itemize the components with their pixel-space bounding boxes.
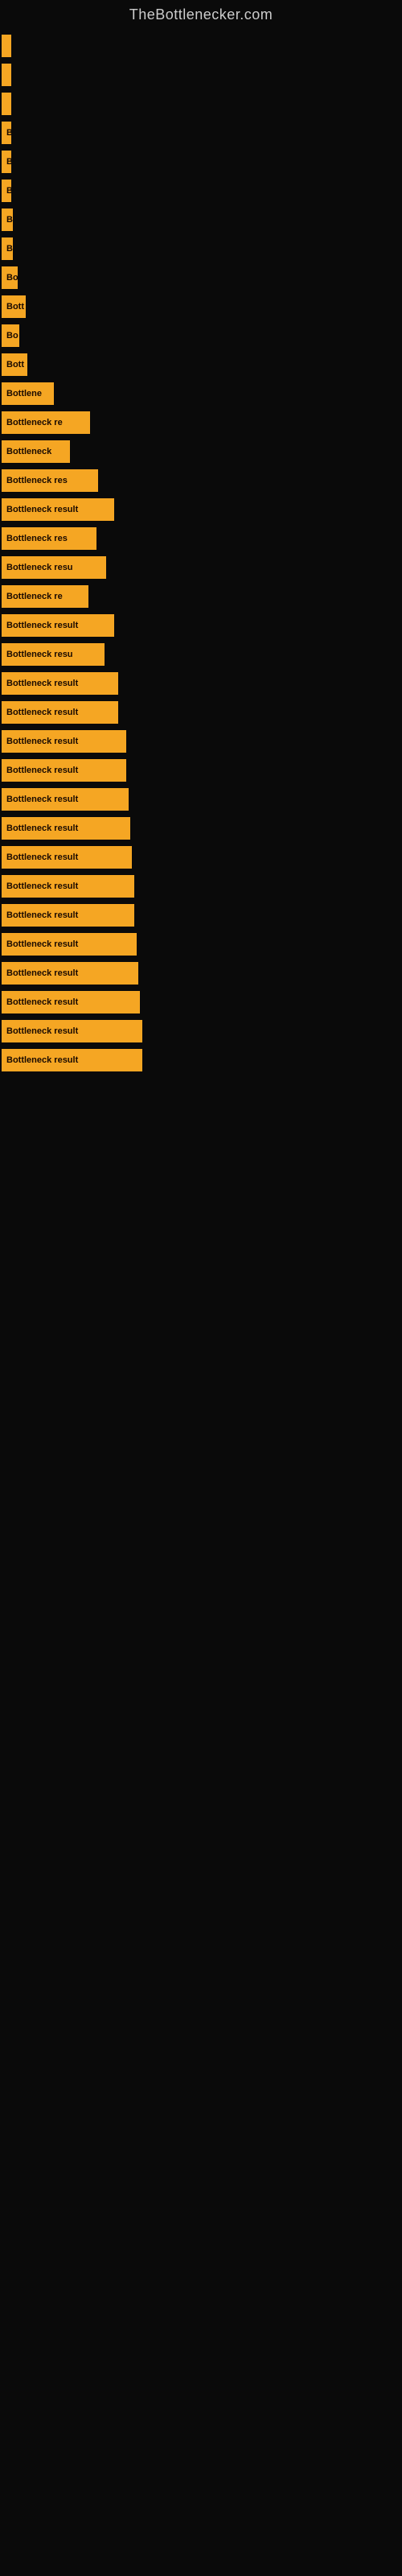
bar-row: Bottleneck result <box>0 669 402 698</box>
bar-label <box>2 93 11 115</box>
bar-label: B <box>2 208 13 231</box>
bar-label: Bo <box>2 324 19 347</box>
bar-row: Bottleneck result <box>0 1017 402 1046</box>
bar-label: Bottleneck result <box>2 817 130 840</box>
bar-row: Bottleneck re <box>0 408 402 437</box>
bar-label: Bottleneck result <box>2 904 134 927</box>
bar-label: Bottleneck re <box>2 411 90 434</box>
bar-row <box>0 89 402 118</box>
bar-row: Bottleneck result <box>0 930 402 959</box>
bar-label: Bottleneck result <box>2 991 140 1013</box>
bar-row: Bo <box>0 263 402 292</box>
bar-label: Bottleneck result <box>2 614 114 637</box>
bar-label: Bottleneck result <box>2 1020 142 1042</box>
bar-label: Bottleneck result <box>2 846 132 869</box>
bar-label: B <box>2 180 11 202</box>
bar-row: Bott <box>0 350 402 379</box>
site-title: TheBottlenecker.com <box>0 0 402 31</box>
bar-label <box>2 64 11 86</box>
bar-label: Bottleneck resu <box>2 556 106 579</box>
bar-label: B <box>2 151 11 173</box>
bar-row: Bottleneck <box>0 437 402 466</box>
bar-label: Bottleneck result <box>2 759 126 782</box>
bar-label: Bottleneck <box>2 440 70 463</box>
bar-row: Bottleneck result <box>0 814 402 843</box>
bar-row: Bottleneck result <box>0 901 402 930</box>
bar-row: Bottleneck result <box>0 756 402 785</box>
bar-label: Bottleneck result <box>2 875 134 898</box>
bar-row: Bottlene <box>0 379 402 408</box>
bar-label: Bottleneck result <box>2 730 126 753</box>
bar-label: Bottleneck result <box>2 933 137 956</box>
bar-row: Bottleneck result <box>0 959 402 988</box>
bar-row: Bottleneck result <box>0 611 402 640</box>
bar-row: Bottleneck re <box>0 582 402 611</box>
bar-row: Bottleneck result <box>0 785 402 814</box>
bar-label: Bottleneck result <box>2 672 118 695</box>
bar-row: B <box>0 205 402 234</box>
bar-row: Bottleneck result <box>0 698 402 727</box>
bar-row: Bottleneck result <box>0 727 402 756</box>
bar-label: Bottleneck res <box>2 469 98 492</box>
bar-label: Bottleneck result <box>2 498 114 521</box>
bar-row: B <box>0 234 402 263</box>
bar-row <box>0 60 402 89</box>
bar-row: Bo <box>0 321 402 350</box>
bar-label: Bottleneck result <box>2 701 118 724</box>
bar-label: B <box>2 122 11 144</box>
bar-label: Bottleneck result <box>2 1049 142 1071</box>
bar-row: Bottleneck resu <box>0 553 402 582</box>
bar-label: Bott <box>2 295 26 318</box>
bar-label: Bottleneck res <box>2 527 96 550</box>
bar-row: Bottleneck resu <box>0 640 402 669</box>
bar-label: Bottleneck result <box>2 788 129 811</box>
bar-label: B <box>2 237 13 260</box>
bar-label <box>2 35 11 57</box>
bar-label: Bottleneck re <box>2 585 88 608</box>
bars-container: BBBBBBoBottBoBottBottleneBottleneck reBo… <box>0 31 402 1075</box>
bar-label: Bottlene <box>2 382 54 405</box>
bar-row: B <box>0 176 402 205</box>
bar-row <box>0 31 402 60</box>
bar-row: Bottleneck result <box>0 1046 402 1075</box>
bar-label: Bottleneck resu <box>2 643 105 666</box>
bar-row: B <box>0 147 402 176</box>
bar-label: Bo <box>2 266 18 289</box>
bar-row: B <box>0 118 402 147</box>
bar-label: Bott <box>2 353 27 376</box>
bar-label: Bottleneck result <box>2 962 138 985</box>
bar-row: Bottleneck res <box>0 466 402 495</box>
bar-row: Bottleneck result <box>0 872 402 901</box>
bar-row: Bottleneck result <box>0 843 402 872</box>
bar-row: Bottleneck result <box>0 988 402 1017</box>
bar-row: Bott <box>0 292 402 321</box>
bar-row: Bottleneck result <box>0 495 402 524</box>
bar-row: Bottleneck res <box>0 524 402 553</box>
